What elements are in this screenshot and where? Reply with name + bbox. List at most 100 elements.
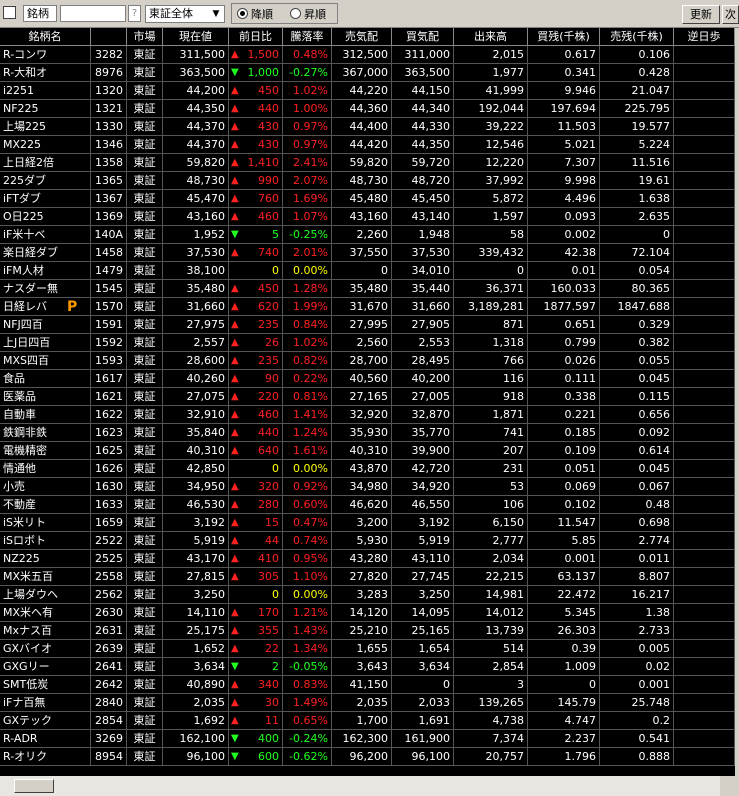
col-pct-header[interactable]: 騰落率 (283, 28, 332, 46)
table-row[interactable]: NZ225 2525 東証 43,170 ▲ 410 0.95% 43,280 43,110 2,… (0, 550, 735, 568)
help-icon[interactable]: ? (128, 5, 141, 22)
cell-code: 1617 (91, 370, 127, 388)
table-row[interactable]: R-ADR 3269 東証 162,100 ▼ 400 -0.24% 162,300 161,9… (0, 730, 735, 748)
cell-change-text: 235 (258, 318, 279, 331)
cell-price-text: 25,175 (186, 624, 226, 637)
table-row[interactable]: 小売 1630 東証 34,950 ▲ 320 0.92% 34,980 34,920 53 0.0… (0, 478, 735, 496)
col-reverse-interest-header[interactable]: 逆日歩 (674, 28, 735, 46)
cell-market-text: 東証 (133, 246, 156, 259)
refresh-button[interactable]: 更新 (682, 5, 720, 24)
col-change-header[interactable]: 前日比 (229, 28, 283, 46)
cell-price: 46,530 (163, 496, 229, 514)
cell-price-text: 44,370 (186, 138, 226, 151)
col-bid-header[interactable]: 買気配 (392, 28, 454, 46)
table-row[interactable]: R-オリク 8954 東証 96,100 ▼ 600 -0.62% 96,200 96,100 2… (0, 748, 735, 766)
col-market-header[interactable]: 市場 (127, 28, 163, 46)
cell-code-text: 1545 (95, 282, 123, 295)
col-ask-header[interactable]: 売気配 (332, 28, 392, 46)
table-row[interactable]: ナスダー無 1545 東証 35,480 ▲ 450 1.28% 35,480 35,440 36… (0, 280, 735, 298)
table-row[interactable]: GXバイオ 2639 東証 1,652 ▲ 22 1.34% 1,655 1,654 514 0.3… (0, 640, 735, 658)
cell-name: i2251 (0, 82, 91, 100)
cell-price: 48,730 (163, 172, 229, 190)
next-button[interactable]: 次 (722, 5, 739, 24)
table-row[interactable]: GXテック 2854 東証 1,692 ▲ 11 0.65% 1,700 1,691 4,738 4… (0, 712, 735, 730)
cell-sell-balance-text: 0.045 (638, 372, 671, 385)
cell-code: 1545 (91, 280, 127, 298)
sort-desc-radio[interactable]: 降順 (237, 8, 273, 21)
cell-code-text: 2639 (95, 642, 123, 655)
table-row[interactable]: 上場225 1330 東証 44,370 ▲ 430 0.97% 44,400 44,330 39… (0, 118, 735, 136)
table-row[interactable]: MX225 1346 東証 44,370 ▲ 430 0.97% 44,420 44,350 12… (0, 136, 735, 154)
cell-buy-balance: 22.472 (528, 586, 600, 604)
cell-name-text: 鉄鋼非鉄 (3, 426, 47, 439)
table-row[interactable]: R-大和オ 8976 東証 363,500 ▼ 1,000 -0.27% 367,000 363… (0, 64, 735, 82)
table-row[interactable]: NF225 1321 東証 44,350 ▲ 440 1.00% 44,360 44,340 19… (0, 100, 735, 118)
col-buy-balance-header[interactable]: 買残(千株) (528, 28, 600, 46)
cell-bid-text: 43,140 (411, 210, 451, 223)
table-row[interactable]: 楽日経ダブ 1458 東証 37,530 ▲ 740 2.01% 37,550 37,530 33… (0, 244, 735, 262)
table-row[interactable]: 日経レバ P 1570 東証 31,660 ▲ 620 1.99% 31,670 31,660 3,… (0, 298, 735, 316)
col-price-header[interactable]: 現在値 (163, 28, 229, 46)
cell-bid-text: 44,330 (411, 120, 451, 133)
chevron-down-icon: ▼ (212, 9, 220, 19)
table-row[interactable]: O日225 1369 東証 43,160 ▲ 460 1.07% 43,160 43,140 1,… (0, 208, 735, 226)
table-row[interactable]: iFM人材 1479 東証 38,100 0 0.00% 0 34,010 0 0.01 0.054 (0, 262, 735, 280)
table-row[interactable]: 医薬品 1621 東証 27,075 ▲ 220 0.81% 27,165 27,005 918 0… (0, 388, 735, 406)
select-all-checkbox[interactable] (3, 6, 16, 19)
table-row[interactable]: SMT低炭 2642 東証 40,890 ▲ 340 0.83% 41,150 0 3 0 0.001 (0, 676, 735, 694)
cell-volume: 339,432 (454, 244, 528, 262)
table-row[interactable]: 不動産 1633 東証 46,530 ▲ 280 0.60% 46,620 46,550 106 0… (0, 496, 735, 514)
table-row[interactable]: 食品 1617 東証 40,260 ▲ 90 0.22% 40,560 40,200 116 0.1… (0, 370, 735, 388)
table-row[interactable]: 電機精密 1625 東証 40,310 ▲ 640 1.61% 40,310 39,900 207… (0, 442, 735, 460)
cell-market: 東証 (127, 442, 163, 460)
table-row[interactable]: MXS四百 1593 東証 28,600 ▲ 235 0.82% 28,700 28,495 76… (0, 352, 735, 370)
table-row[interactable]: NFJ四百 1591 東証 27,975 ▲ 235 0.84% 27,995 27,905 87… (0, 316, 735, 334)
cell-bid-text: 35,770 (411, 426, 451, 439)
cell-sell-balance-text: 1.638 (638, 192, 671, 205)
cell-volume-text: 37,992 (485, 174, 525, 187)
table-row[interactable]: 225ダブ 1365 東証 48,730 ▲ 990 2.07% 48,730 48,720 37… (0, 172, 735, 190)
table-row[interactable]: GXGリー 2641 東証 3,634 ▼ 2 -0.05% 3,643 3,634 2,854 1… (0, 658, 735, 676)
table-row[interactable]: iF米十ベ 140A 東証 1,952 ▼ 5 -0.25% 2,260 1,948 58 0.00… (0, 226, 735, 244)
table-row[interactable]: iS米リト 1659 東証 3,192 ▲ 15 0.47% 3,200 3,192 6,150 1… (0, 514, 735, 532)
horizontal-scrollbar[interactable] (0, 776, 739, 796)
col-name-header[interactable]: 銘柄名 (0, 28, 91, 46)
cell-volume: 1,318 (454, 334, 528, 352)
scrollbar-track[interactable] (0, 776, 720, 796)
table-row[interactable]: 上日経2倍 1358 東証 59,820 ▲ 1,410 2.41% 59,820 59,720… (0, 154, 735, 172)
market-select[interactable]: 東証全体 ▼ (145, 5, 225, 23)
table-row[interactable]: i2251 1320 東証 44,200 ▲ 450 1.02% 44,220 44,150 41… (0, 82, 735, 100)
table-row[interactable]: R-コンワ 3282 東証 311,500 ▲ 1,500 0.48% 312,500 311,… (0, 46, 735, 64)
cell-name: O日225 (0, 208, 91, 226)
cell-sell-balance: 0.055 (600, 352, 674, 370)
cell-pct-text: 0.97% (293, 138, 328, 151)
cell-buy-balance-text: 0.01 (571, 264, 597, 277)
table-row[interactable]: MX米五百 2558 東証 27,815 ▲ 305 1.10% 27,820 27,745 22… (0, 568, 735, 586)
table-row[interactable]: Mxナス百 2631 東証 25,175 ▲ 355 1.43% 25,210 25,165 13… (0, 622, 735, 640)
cell-volume: 2,034 (454, 550, 528, 568)
cell-buy-balance: 9.998 (528, 172, 600, 190)
table-row[interactable]: 鉄鋼非鉄 1623 東証 35,840 ▲ 440 1.24% 35,930 35,770 741… (0, 424, 735, 442)
col-volume-header[interactable]: 出来高 (454, 28, 528, 46)
table-row[interactable]: iFナ百無 2840 東証 2,035 ▲ 30 1.49% 2,035 2,033 139,26… (0, 694, 735, 712)
table-row[interactable]: 上J日四百 1592 東証 2,557 ▲ 26 1.02% 2,560 2,553 1,318 0… (0, 334, 735, 352)
up-triangle-icon: ▲ (231, 337, 239, 348)
scrollbar-thumb[interactable] (14, 779, 54, 793)
table-row[interactable]: 自動車 1622 東証 32,910 ▲ 460 1.41% 32,920 32,870 1,87… (0, 406, 735, 424)
cell-ask-text: 27,820 (349, 570, 389, 583)
cell-change: ▲ 990 (229, 172, 283, 190)
col-sell-balance-header[interactable]: 売残(千株) (600, 28, 674, 46)
sort-order-group: 降順 昇順 (231, 3, 338, 24)
vertical-scrollbar[interactable] (735, 28, 739, 776)
symbol-input[interactable] (60, 5, 126, 22)
table-row[interactable]: MX米ヘ有 2630 東証 14,110 ▲ 170 1.21% 14,120 14,095 14… (0, 604, 735, 622)
col-code-header[interactable] (91, 28, 127, 46)
sort-asc-radio[interactable]: 昇順 (290, 8, 326, 21)
cell-buy-balance: 0.109 (528, 442, 600, 460)
table-row[interactable]: 上場ダウヘ 2562 東証 3,250 0 0.00% 3,283 3,250 14,981 22… (0, 586, 735, 604)
table-row[interactable]: iFTダブ 1367 東証 45,470 ▲ 760 1.69% 45,480 45,450 5,… (0, 190, 735, 208)
cell-ask: 96,200 (332, 748, 392, 766)
cell-ask: 37,550 (332, 244, 392, 262)
table-row[interactable]: iSロボト 2522 東証 5,919 ▲ 44 0.74% 5,930 5,919 2,777 5… (0, 532, 735, 550)
table-row[interactable]: 情通他 1626 東証 42,850 0 0.00% 43,870 42,720 231 0.05… (0, 460, 735, 478)
